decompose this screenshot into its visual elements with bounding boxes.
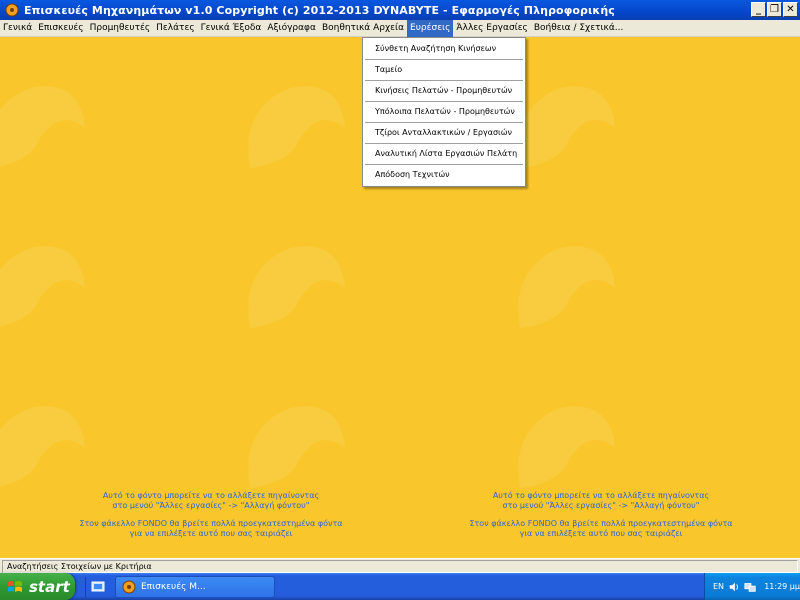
menu-auxiliary-files[interactable]: Βοηθητικά Αρχεία xyxy=(319,20,407,37)
menu-repairs[interactable]: Επισκευές xyxy=(35,20,86,37)
menu-item-technician-performance[interactable]: Απόδοση Τεχνιτών xyxy=(363,165,525,185)
start-button[interactable]: start xyxy=(0,573,75,600)
menu-item-advanced-movement-search[interactable]: Σύνθετη Αναζήτηση Κινήσεων xyxy=(363,39,525,59)
volume-icon[interactable] xyxy=(728,580,740,594)
background-hint-right: Αυτό το φόντο μπορείτε να το αλλάξετε πη… xyxy=(441,491,761,539)
watermark-motif xyxy=(248,86,345,168)
system-tray: EN 11:29 μμ xyxy=(704,573,800,600)
status-text: Αναζητήσεις Στοιχείων με Κριτήρια xyxy=(2,559,798,573)
menu-item-customer-supplier-balances[interactable]: Υπόλοιπα Πελατών - Προμηθευτών xyxy=(363,102,525,122)
status-bar: Αναζητήσεις Στοιχείων με Κριτήρια xyxy=(0,558,800,573)
menu-bar: Γενικά Επισκευές Προμηθευτές Πελάτες Γεν… xyxy=(0,19,800,37)
menu-help-about[interactable]: Βοήθεια / Σχετικά... xyxy=(531,20,627,37)
close-button[interactable]: ✕ xyxy=(783,2,798,17)
window-title: Επισκευές Μηχανημάτων v1.0 Copyright (c)… xyxy=(24,3,615,17)
searches-dropdown-menu: Σύνθετη Αναζήτηση Κινήσεων Ταμείο Κινήσε… xyxy=(362,37,526,187)
language-indicator[interactable]: EN xyxy=(713,582,724,591)
hint-line: Αυτό το φόντο μπορείτε να το αλλάξετε πη… xyxy=(102,491,320,500)
restore-button[interactable]: ❐ xyxy=(767,2,782,17)
app-icon[interactable] xyxy=(4,2,20,18)
watermark-motif xyxy=(0,246,85,327)
watermark-motif xyxy=(0,86,85,167)
menu-item-cash-register[interactable]: Ταμείο xyxy=(363,60,525,80)
hint-line: στο μενού "Άλλες εργασίες" -> "Αλλαγή φό… xyxy=(502,501,700,510)
menu-general[interactable]: Γενικά xyxy=(0,20,35,37)
hint-line: Στον φάκελλο FONDO θα βρείτε πολλά προεγ… xyxy=(79,519,343,528)
watermark-motif xyxy=(518,406,615,488)
menu-searches[interactable]: Ευρέσεις xyxy=(407,19,454,37)
window-controls: _ ❐ ✕ xyxy=(751,2,798,17)
menu-item-customer-supplier-movements[interactable]: Κινήσεις Πελατών - Προμηθευτών xyxy=(363,81,525,101)
menu-item-customer-work-list[interactable]: Αναλυτική Λίστα Εργασιών Πελάτη xyxy=(363,144,525,164)
background-hint-left: Αυτό το φόντο μπορείτε να το αλλάξετε πη… xyxy=(51,491,371,539)
start-label: start xyxy=(29,577,70,596)
watermark-motif xyxy=(518,246,615,328)
show-desktop-icon xyxy=(91,581,104,591)
minimize-button[interactable]: _ xyxy=(751,2,766,17)
quick-launch-icon[interactable] xyxy=(85,576,109,597)
clock[interactable]: 11:29 μμ xyxy=(764,582,800,591)
watermark-motif xyxy=(248,246,345,328)
windows-logo-icon xyxy=(8,580,22,592)
menu-other-tasks[interactable]: Άλλες Εργασίες xyxy=(453,20,530,37)
menu-suppliers[interactable]: Προμηθευτές xyxy=(87,20,154,37)
network-icon[interactable] xyxy=(744,580,756,594)
menu-customers[interactable]: Πελάτες xyxy=(153,20,197,37)
hint-line: για να επιλέξετε αυτό που σας ταιριάζει xyxy=(519,529,683,538)
watermark-motif xyxy=(248,406,345,488)
hint-line: για να επιλέξετε αυτό που σας ταιριάζει xyxy=(129,529,293,538)
taskbar: start Επισκευές Μ... EN 11:29 μμ xyxy=(0,573,800,600)
taskbar-app-button[interactable]: Επισκευές Μ... xyxy=(115,575,275,598)
title-bar[interactable]: Επισκευές Μηχανημάτων v1.0 Copyright (c)… xyxy=(0,0,800,20)
app-icon xyxy=(122,580,136,593)
taskbar-app-label: Επισκευές Μ... xyxy=(141,581,206,592)
hint-line: Αυτό το φόντο μπορείτε να το αλλάξετε πη… xyxy=(492,491,710,500)
menu-checks[interactable]: Αξιόγραφα xyxy=(264,20,319,37)
menu-general-expenses[interactable]: Γενικά Έξοδα xyxy=(198,20,265,37)
hint-line: στο μενού "Άλλες εργασίες" -> "Αλλαγή φό… xyxy=(112,501,310,510)
watermark-motif xyxy=(0,406,85,487)
menu-item-parts-labor-turnover[interactable]: Τζίροι Ανταλλακτικών / Εργασιών xyxy=(363,123,525,143)
hint-line: Στον φάκελλο FONDO θα βρείτε πολλά προεγ… xyxy=(469,519,733,528)
